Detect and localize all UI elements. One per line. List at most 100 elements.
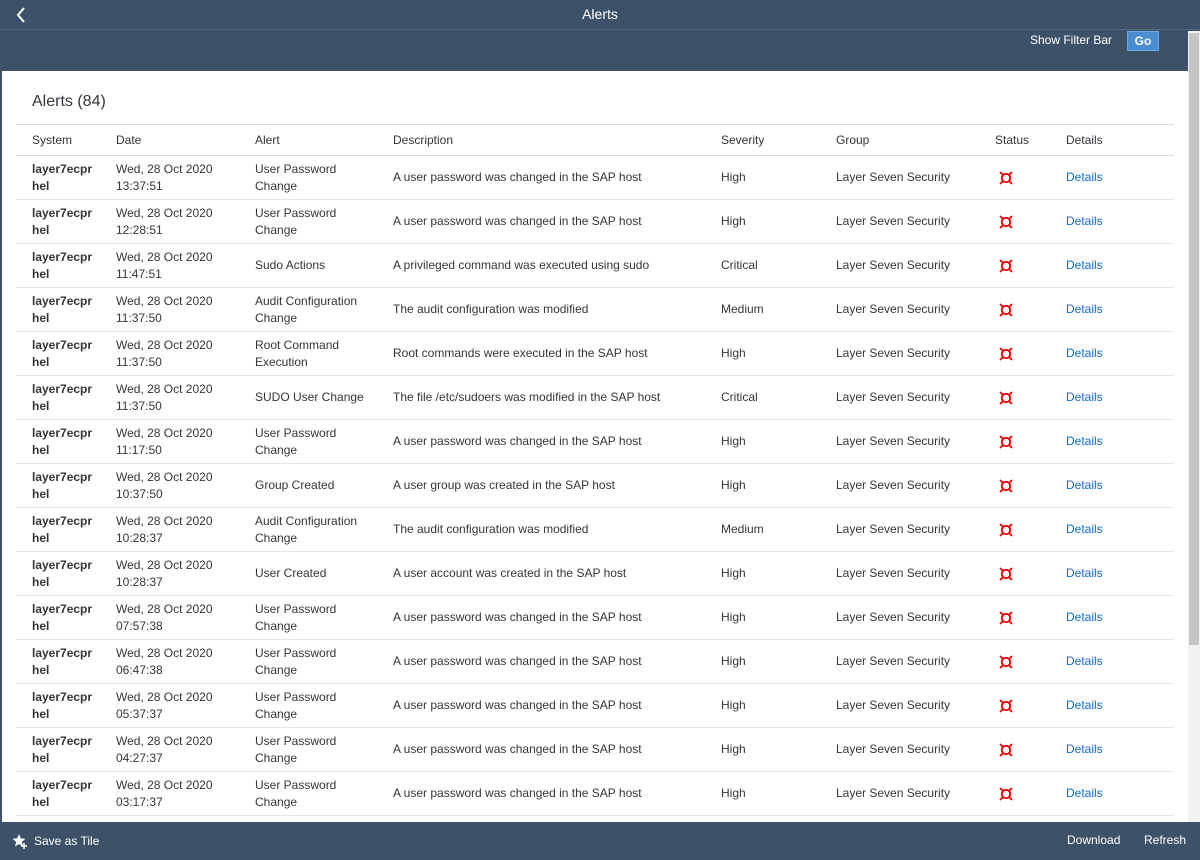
table-row[interactable]: layer7ecpr hel Wed, 28 Oct 2020 11:37:50 R… [16, 331, 1174, 376]
save-as-tile-button[interactable]: Save as Tile [12, 833, 99, 849]
details-link[interactable]: Details [1066, 302, 1103, 316]
cell-severity: High [705, 683, 820, 728]
alert-status-icon [999, 347, 1013, 361]
column-header-alert[interactable]: Alert [239, 124, 377, 156]
cell-severity: High [705, 551, 820, 596]
table-row[interactable]: layer7ecpr hel Wed, 28 Oct 2020 11:17:50 U… [16, 419, 1174, 464]
cell-alert: User Created [239, 551, 377, 596]
column-header-group[interactable]: Group [820, 124, 979, 156]
cell-details: Details [1050, 595, 1174, 640]
alert-status-icon [999, 567, 1013, 581]
details-link[interactable]: Details [1066, 390, 1103, 404]
details-link[interactable]: Details [1066, 434, 1103, 448]
cell-alert: User Password Change [239, 727, 377, 772]
details-link[interactable]: Details [1066, 610, 1103, 624]
cell-group: Layer Seven Security [820, 243, 979, 288]
alert-status-icon [999, 655, 1013, 669]
cell-status [979, 331, 1050, 376]
cell-system: layer7ecpr hel [16, 155, 100, 200]
download-button[interactable]: Download [1067, 833, 1120, 847]
cell-details: Details [1050, 419, 1174, 464]
page-title: Alerts [582, 6, 618, 22]
details-link[interactable]: Details [1066, 170, 1103, 184]
cell-severity: High [705, 595, 820, 640]
cell-severity: Medium [705, 507, 820, 552]
details-link[interactable]: Details [1066, 786, 1103, 800]
cell-description: A privileged command was executed using … [377, 243, 705, 288]
scrollbar-thumb[interactable] [1189, 33, 1199, 645]
table-row[interactable]: layer7ecpr hel Wed, 28 Oct 2020 03:17:37 U… [16, 771, 1174, 816]
cell-alert: Sudo Actions [239, 243, 377, 288]
cell-alert: User Password Change [239, 771, 377, 816]
details-link[interactable]: Details [1066, 522, 1103, 536]
table-row[interactable]: layer7ecpr hel Wed, 28 Oct 2020 04:27:37 U… [16, 727, 1174, 772]
cell-status [979, 683, 1050, 728]
details-link[interactable]: Details [1066, 698, 1103, 712]
column-header-details[interactable]: Details [1050, 124, 1174, 156]
table-row[interactable]: layer7ecpr hel Wed, 28 Oct 2020 10:28:37 U… [16, 551, 1174, 596]
cell-date: Wed, 28 Oct 2020 11:37:50 [100, 375, 239, 420]
alert-status-icon [999, 259, 1013, 273]
table-row[interactable]: layer7ecpr hel Wed, 28 Oct 2020 11:37:50 A… [16, 287, 1174, 332]
cell-details: Details [1050, 463, 1174, 508]
cell-description: A user password was changed in the SAP h… [377, 595, 705, 640]
column-header-severity[interactable]: Severity [705, 124, 820, 156]
alert-status-icon [999, 743, 1013, 757]
cell-details: Details [1050, 375, 1174, 420]
details-link[interactable]: Details [1066, 346, 1103, 360]
table-title: Alerts (84) [32, 93, 106, 110]
table-row[interactable]: layer7ecpr hel Wed, 28 Oct 2020 12:28:51 U… [16, 199, 1174, 244]
cell-severity: High [705, 419, 820, 464]
go-button[interactable]: Go [1127, 31, 1159, 51]
cell-severity: Medium [705, 287, 820, 332]
cell-date: Wed, 28 Oct 2020 11:47:51 [100, 243, 239, 288]
cell-severity: High [705, 463, 820, 508]
table-row[interactable]: layer7ecpr hel Wed, 28 Oct 2020 10:28:37 A… [16, 507, 1174, 552]
cell-alert: User Password Change [239, 595, 377, 640]
details-link[interactable]: Details [1066, 214, 1103, 228]
cell-severity: High [705, 155, 820, 200]
cell-status [979, 507, 1050, 552]
cell-system: layer7ecpr hel [16, 375, 100, 420]
cell-date: Wed, 28 Oct 2020 11:37:50 [100, 331, 239, 376]
column-header-system[interactable]: System [16, 124, 100, 156]
table-row[interactable]: layer7ecpr hel Wed, 28 Oct 2020 10:37:50 G… [16, 463, 1174, 508]
cell-date: Wed, 28 Oct 2020 04:27:37 [100, 727, 239, 772]
cell-group: Layer Seven Security [820, 463, 979, 508]
table-row[interactable]: layer7ecpr hel Wed, 28 Oct 2020 06:47:38 U… [16, 639, 1174, 684]
details-link[interactable]: Details [1066, 258, 1103, 272]
alert-status-icon [999, 171, 1013, 185]
cell-group: Layer Seven Security [820, 507, 979, 552]
details-link[interactable]: Details [1066, 742, 1103, 756]
table-row[interactable]: layer7ecpr hel Wed, 28 Oct 2020 11:37:50 S… [16, 375, 1174, 420]
cell-alert: User Password Change [239, 155, 377, 200]
show-filter-bar-button[interactable]: Show Filter Bar [1030, 32, 1112, 48]
cell-alert: Root Command Execution [239, 331, 377, 376]
column-header-description[interactable]: Description [377, 124, 705, 156]
cell-details: Details [1050, 155, 1174, 200]
table-row[interactable]: layer7ecpr hel Wed, 28 Oct 2020 07:57:38 U… [16, 595, 1174, 640]
details-link[interactable]: Details [1066, 566, 1103, 580]
details-link[interactable]: Details [1066, 478, 1103, 492]
cell-system: layer7ecpr hel [16, 331, 100, 376]
shell-header: Alerts [0, 0, 1200, 30]
column-header-date[interactable]: Date [100, 124, 239, 156]
cell-details: Details [1050, 199, 1174, 244]
cell-date: Wed, 28 Oct 2020 10:28:37 [100, 507, 239, 552]
cell-severity: High [705, 771, 820, 816]
cell-system: layer7ecpr hel [16, 551, 100, 596]
refresh-button[interactable]: Refresh [1144, 833, 1186, 847]
column-header-status[interactable]: Status [979, 124, 1050, 156]
cell-details: Details [1050, 639, 1174, 684]
cell-group: Layer Seven Security [820, 551, 979, 596]
table-row[interactable]: layer7ecpr hel Wed, 28 Oct 2020 13:37:51 U… [16, 155, 1174, 200]
cell-severity: Critical [705, 375, 820, 420]
cell-alert: User Password Change [239, 683, 377, 728]
vertical-scrollbar[interactable] [1188, 31, 1200, 822]
cell-group: Layer Seven Security [820, 287, 979, 332]
alert-status-icon [999, 391, 1013, 405]
details-link[interactable]: Details [1066, 654, 1103, 668]
table-row[interactable]: layer7ecpr hel Wed, 28 Oct 2020 05:37:37 U… [16, 683, 1174, 728]
cell-details: Details [1050, 507, 1174, 552]
table-row[interactable]: layer7ecpr hel Wed, 28 Oct 2020 11:47:51 S… [16, 243, 1174, 288]
